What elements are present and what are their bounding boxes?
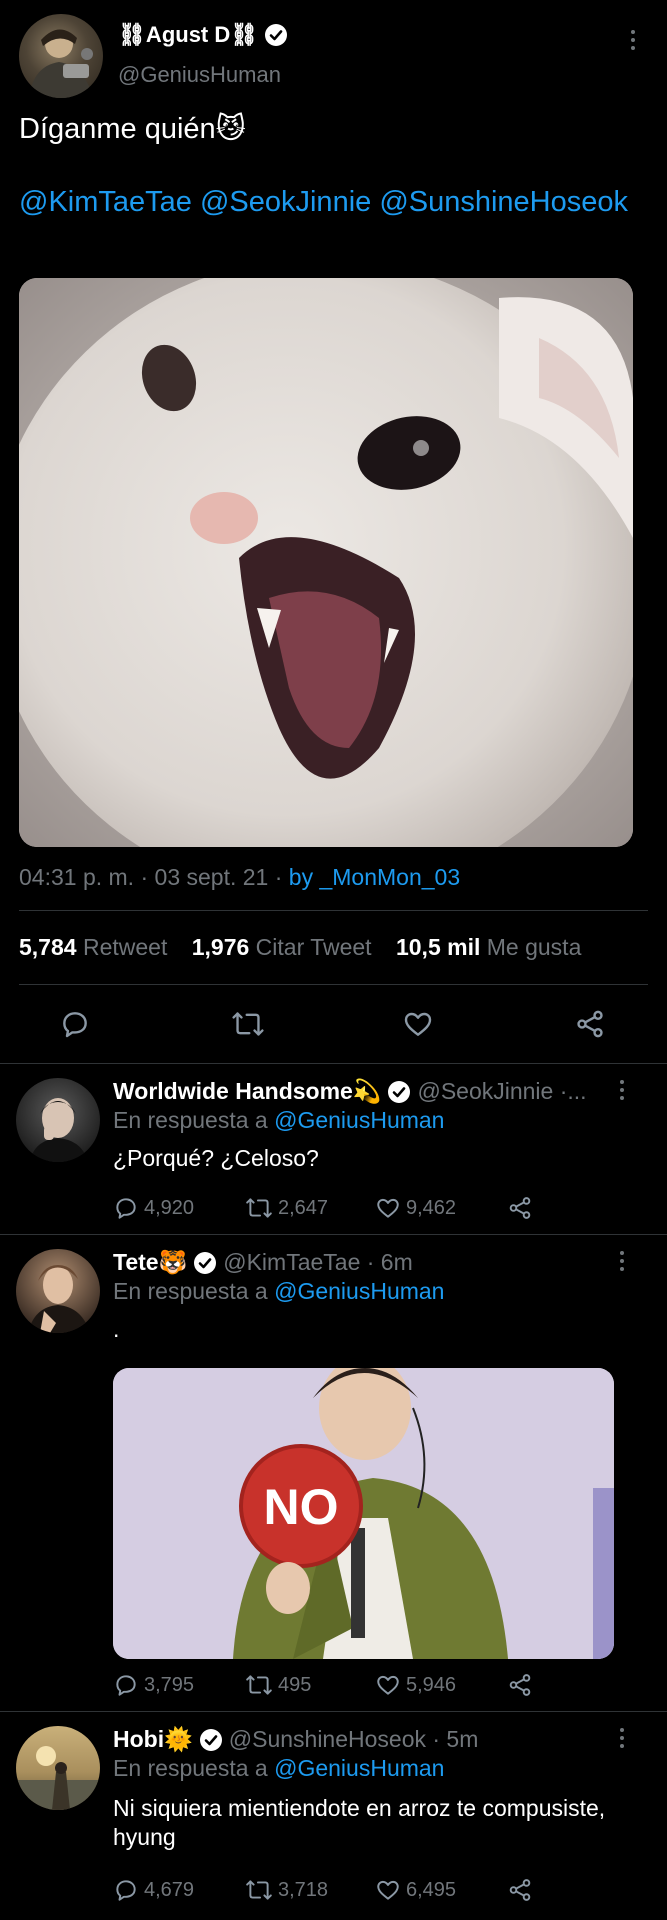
in-reply-handle-link[interactable]: @GeniusHuman: [274, 1755, 444, 1781]
share-icon[interactable]: [574, 1008, 606, 1040]
in-reply-label: En respuesta a: [113, 1278, 268, 1304]
reply-icon[interactable]: [59, 1008, 91, 1040]
like-icon: [377, 1880, 399, 1900]
reply-icon: [116, 1880, 136, 1901]
comment-count: 4,920: [144, 1196, 195, 1219]
in-reply-to: En respuesta a @GeniusHuman: [113, 1278, 444, 1305]
more-options-icon[interactable]: [631, 30, 635, 50]
reply-author-handle[interactable]: @SunshineHoseok · 5m: [229, 1726, 479, 1753]
reply-tweet[interactable]: Hobi🌞 @SunshineHoseok · 5m En respuesta …: [0, 1712, 667, 1920]
reply-comment-button[interactable]: 4,920: [113, 1195, 194, 1221]
like-icon: [377, 1198, 399, 1218]
tweet-stats: 5,784 Retweet 1,976 Citar Tweet 10,5 mil…: [19, 934, 599, 961]
in-reply-handle-link[interactable]: @GeniusHuman: [274, 1278, 444, 1304]
reply-author-name[interactable]: Worldwide Handsome💫: [113, 1078, 381, 1105]
more-options-icon[interactable]: [620, 1080, 624, 1100]
tweet-source-link[interactable]: by _MonMon_03: [289, 864, 460, 890]
in-reply-handle-link[interactable]: @GeniusHuman: [274, 1107, 444, 1133]
reply-text: Ni siquiera mientiendote en arroz te com…: [113, 1795, 606, 1850]
reply-header: Worldwide Handsome💫 @SeokJinnie ·...: [113, 1078, 587, 1105]
in-reply-label: En respuesta a: [113, 1107, 268, 1133]
like-count: 5,946: [406, 1673, 457, 1696]
reply-action-bar: 4,920 2,647 9,462: [113, 1195, 633, 1225]
share-icon[interactable]: [507, 1672, 533, 1698]
author-name[interactable]: ⛓Agust D⛓: [118, 22, 288, 48]
reply-author-handle[interactable]: @SeokJinnie ·...: [417, 1078, 586, 1105]
author-avatar[interactable]: [19, 14, 103, 98]
tweet-timestamp: 04:31 p. m. · 03 sept. 21 · by _MonMon_0…: [19, 864, 461, 890]
reply-retweet-button[interactable]: 495: [245, 1672, 311, 1698]
reply-header: Tete🐯 @KimTaeTae · 6m: [113, 1249, 413, 1276]
reply-text: ¿Porqué? ¿Celoso?: [113, 1145, 319, 1171]
reply-action-bar: 4,679 3,718 6,495: [113, 1877, 633, 1907]
retweet-count: 2,647: [278, 1196, 329, 1219]
reply-comment-button[interactable]: 3,795: [113, 1672, 194, 1698]
author-handle[interactable]: @GeniusHuman: [118, 62, 281, 88]
retweet-icon: [246, 1675, 272, 1695]
more-options-icon[interactable]: [620, 1728, 624, 1748]
reply-text: .: [113, 1316, 120, 1342]
in-reply-to: En respuesta a @GeniusHuman: [113, 1107, 444, 1134]
like-icon: [377, 1675, 399, 1695]
retweet-count[interactable]: 5,784: [19, 934, 77, 960]
like-count: 6,495: [406, 1878, 457, 1901]
reply-like-button[interactable]: 9,462: [375, 1195, 456, 1221]
author-name-text: ⛓Agust D⛓: [118, 22, 259, 47]
reply-comment-button[interactable]: 4,679: [113, 1877, 194, 1903]
verified-badge-icon: [264, 23, 288, 47]
retweet-label[interactable]: Retweet: [83, 934, 167, 960]
retweet-icon: [246, 1198, 272, 1218]
reply-like-button[interactable]: 5,946: [375, 1672, 456, 1698]
reply-retweet-button[interactable]: 2,647: [245, 1195, 328, 1221]
share-icon[interactable]: [507, 1877, 533, 1903]
reply-image-no-sign[interactable]: NO: [113, 1368, 614, 1659]
reply-tweet[interactable]: Worldwide Handsome💫 @SeokJinnie ·... En …: [0, 1064, 667, 1234]
tweet-text: Díganme quién😼: [19, 113, 246, 145]
quote-label[interactable]: Citar Tweet: [256, 934, 372, 960]
reply-retweet-button[interactable]: 3,718: [245, 1877, 328, 1903]
reply-action-bar: 3,795 495 5,946: [113, 1672, 633, 1702]
reply-author-name[interactable]: Tete🐯: [113, 1249, 187, 1276]
comment-count: 4,679: [144, 1878, 195, 1901]
avatar[interactable]: [16, 1078, 100, 1162]
reply-header: Hobi🌞 @SunshineHoseok · 5m: [113, 1726, 478, 1753]
reply-author-name[interactable]: Hobi🌞: [113, 1726, 193, 1753]
in-reply-label: En respuesta a: [113, 1755, 268, 1781]
tweet-mentions[interactable]: @KimTaeTae @SeokJinnie @SunshineHoseok: [19, 183, 639, 221]
divider: [19, 984, 648, 985]
verified-badge-icon: [387, 1080, 411, 1104]
tweet-date: 03 sept. 21: [154, 864, 269, 890]
share-icon[interactable]: [507, 1195, 533, 1221]
more-options-icon[interactable]: [620, 1251, 624, 1271]
verified-badge-icon: [199, 1728, 223, 1752]
like-count: 9,462: [406, 1196, 457, 1219]
retweet-icon: [246, 1880, 272, 1900]
reply-author-handle[interactable]: @KimTaeTae · 6m: [223, 1249, 413, 1276]
retweet-count: 3,718: [278, 1878, 329, 1901]
tweet-time: 04:31 p. m.: [19, 864, 135, 890]
avatar[interactable]: [16, 1249, 100, 1333]
tweet-image-cat[interactable]: [19, 278, 633, 847]
verified-badge-icon: [193, 1251, 217, 1275]
no-sign-text: NO: [264, 1479, 339, 1535]
reply-like-button[interactable]: 6,495: [375, 1877, 456, 1903]
retweet-icon[interactable]: [231, 1008, 265, 1040]
avatar[interactable]: [16, 1726, 100, 1810]
divider: [19, 910, 648, 911]
like-icon[interactable]: [402, 1008, 434, 1040]
quote-count[interactable]: 1,976: [192, 934, 250, 960]
like-count[interactable]: 10,5 mil: [396, 934, 480, 960]
reply-icon: [116, 1675, 136, 1696]
comment-count: 3,795: [144, 1673, 195, 1696]
retweet-count: 495: [278, 1673, 312, 1696]
in-reply-to: En respuesta a @GeniusHuman: [113, 1755, 444, 1782]
tweet-action-bar: [0, 996, 667, 1052]
like-label[interactable]: Me gusta: [487, 934, 582, 960]
reply-icon: [116, 1198, 136, 1219]
